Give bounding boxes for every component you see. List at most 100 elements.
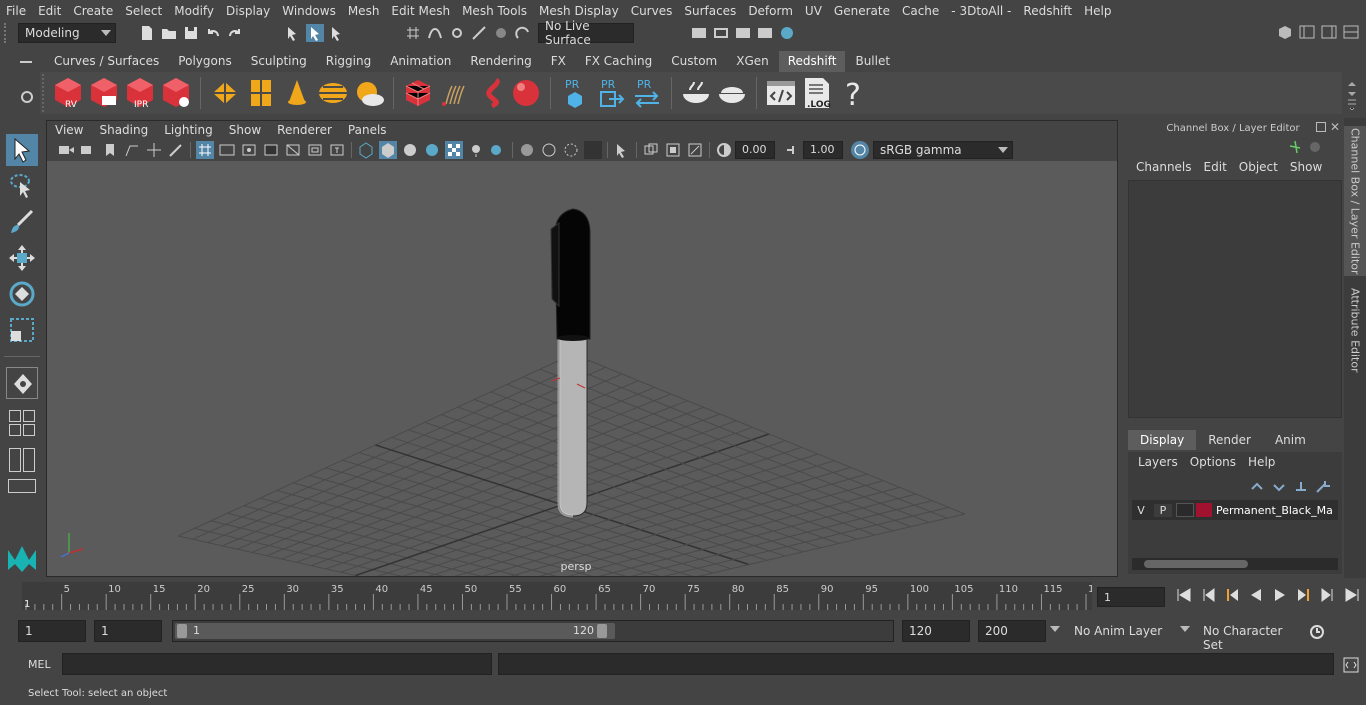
menu-item[interactable]: Windows — [276, 4, 342, 18]
grease-pencil-icon[interactable] — [167, 141, 185, 159]
hud-icon[interactable] — [642, 141, 660, 159]
rs-volume-icon[interactable] — [474, 76, 506, 110]
playback-end-field[interactable]: 120 — [902, 620, 970, 642]
menu-item[interactable]: Modify — [168, 4, 220, 18]
rs-area-light-icon[interactable] — [209, 76, 241, 110]
attribute-editor-tab[interactable]: Attribute Editor — [1344, 282, 1366, 378]
undo-icon[interactable] — [204, 24, 222, 42]
film-gate-icon[interactable] — [218, 141, 236, 159]
shelf-menu-icon[interactable] — [20, 61, 32, 63]
lasso-tool-icon[interactable] — [6, 170, 38, 202]
step-back-key-icon[interactable] — [1199, 586, 1217, 604]
render-current-icon[interactable] — [690, 24, 708, 42]
ipr-render-icon[interactable] — [734, 24, 752, 42]
menu-item[interactable]: Display — [220, 4, 276, 18]
shelf-tab[interactable]: Polygons — [169, 51, 241, 72]
view-transform-dropdown[interactable]: sRGB gamma — [873, 141, 1013, 159]
menu-item[interactable]: Mesh Tools — [456, 4, 533, 18]
shelf-gear-icon[interactable] — [21, 91, 33, 103]
outliner-layout-icon[interactable] — [9, 448, 21, 472]
live-surface-field[interactable]: No Live Surface — [538, 19, 634, 47]
time-ruler[interactable]: 1 5 10 15 20 25 30 35 40 45 50 55 60 65 70 75 80 85 90 95 10… — [22, 582, 1101, 610]
isolate-select-icon[interactable] — [613, 141, 631, 159]
layout-two-icon[interactable] — [9, 424, 21, 436]
rs-dome-light-icon[interactable] — [317, 76, 349, 110]
channel-box-tab[interactable]: Channel Box / Layer Editor — [1344, 126, 1366, 276]
playback-start-field[interactable]: 1 — [94, 620, 162, 642]
gamma-field[interactable]: 1.00 — [803, 141, 843, 159]
snap-curve-icon[interactable] — [426, 24, 444, 42]
layer-tab[interactable]: Display — [1128, 430, 1197, 450]
ipr-icon[interactable]: IPR — [124, 76, 156, 110]
shelf-scroll[interactable] — [1344, 78, 1360, 111]
rs-sphere-icon[interactable] — [510, 76, 542, 110]
paint-select-tool-icon[interactable] — [6, 206, 38, 238]
mode-dropdown[interactable]: Modeling — [18, 23, 116, 43]
menu-item[interactable]: Cache — [896, 4, 945, 18]
menu-item[interactable]: File — [0, 4, 32, 18]
safe-title-icon[interactable] — [328, 141, 346, 159]
channel-list[interactable] — [1128, 180, 1342, 418]
menu-item[interactable]: Mesh — [342, 4, 386, 18]
character-set-dropdown[interactable]: No Character Set — [1195, 620, 1299, 652]
select-component-icon[interactable] — [328, 24, 346, 42]
shelf-tab[interactable]: Rigging — [316, 51, 381, 72]
anim-prefs-icon[interactable] — [1308, 623, 1326, 641]
viewport-menu-item[interactable]: Renderer — [269, 123, 340, 137]
shelf-tab[interactable]: FX Caching — [575, 51, 662, 72]
go-to-start-icon[interactable] — [1175, 586, 1193, 604]
grid-toggle-icon[interactable] — [196, 141, 214, 159]
layer-hscroll[interactable] — [1132, 558, 1338, 570]
menu-item[interactable]: UV — [799, 4, 828, 18]
motion-blur-icon[interactable] — [540, 141, 558, 159]
graph-layout-icon[interactable] — [23, 448, 35, 472]
pr-export-icon[interactable]: PR — [595, 76, 627, 110]
layer-name[interactable]: Permanent_Black_Mark — [1216, 504, 1332, 517]
hypershade-icon[interactable] — [778, 24, 796, 42]
safe-action-icon[interactable] — [306, 141, 324, 159]
menu-item[interactable]: Deform — [742, 4, 799, 18]
rs-portal-light-icon[interactable] — [245, 76, 277, 110]
char-set-arrow-icon[interactable] — [1180, 626, 1190, 632]
viewport-menu-item[interactable]: Show — [221, 123, 269, 137]
rotate-tool-icon[interactable] — [6, 278, 38, 310]
layer-menu-item[interactable]: Help — [1242, 455, 1281, 469]
step-forward-frame-icon[interactable] — [1295, 586, 1313, 604]
textured-icon[interactable] — [423, 141, 441, 159]
lights-icon[interactable] — [467, 141, 485, 159]
open-scene-icon[interactable] — [160, 24, 178, 42]
exposure-icon[interactable] — [715, 141, 733, 159]
layout-three-icon[interactable] — [23, 424, 35, 436]
channel-box-menu-item[interactable]: Object — [1233, 160, 1284, 174]
menu-item[interactable]: Generate — [828, 4, 896, 18]
shadows-icon[interactable] — [489, 141, 507, 159]
gamma-icon[interactable] — [783, 141, 801, 159]
menu-item[interactable]: Select — [119, 4, 168, 18]
pr-convert-icon[interactable]: PR — [631, 76, 663, 110]
script-editor-button-icon[interactable] — [1342, 656, 1360, 674]
shelf-tab[interactable]: Rendering — [461, 51, 541, 72]
render-sequence-icon[interactable] — [712, 24, 730, 42]
end-time-field[interactable]: 200 — [978, 620, 1046, 642]
menu-item[interactable]: Redshift — [1017, 4, 1078, 18]
marker-model[interactable] — [550, 208, 591, 518]
snap-live-icon[interactable] — [514, 24, 532, 42]
workspace-icon[interactable] — [1276, 23, 1294, 41]
layout-icon[interactable] — [1298, 23, 1316, 41]
step-back-frame-icon[interactable] — [1223, 586, 1241, 604]
exposure-field[interactable]: 0.00 — [735, 141, 775, 159]
layer-menu-item[interactable]: Options — [1184, 455, 1242, 469]
viewport-menu-item[interactable]: Panels — [340, 123, 395, 137]
snap-surface-icon[interactable] — [492, 24, 510, 42]
layer-row[interactable]: V P Permanent_Black_Mark — [1132, 500, 1338, 520]
shelf-tab[interactable]: XGen — [727, 51, 778, 72]
render-view-icon[interactable]: RV — [52, 76, 84, 110]
anim-layer-arrow-icon[interactable] — [1050, 626, 1060, 632]
batch-render-icon[interactable] — [88, 76, 120, 110]
channel-box-menu-item[interactable]: Channels — [1130, 160, 1198, 174]
script-language-toggle[interactable]: MEL — [28, 658, 51, 671]
wireframe-icon[interactable] — [357, 141, 375, 159]
redo-icon[interactable] — [226, 24, 244, 42]
toolbox-toggle-icon[interactable] — [1342, 23, 1360, 41]
menu-item[interactable]: - 3DtoAll - — [945, 4, 1017, 18]
